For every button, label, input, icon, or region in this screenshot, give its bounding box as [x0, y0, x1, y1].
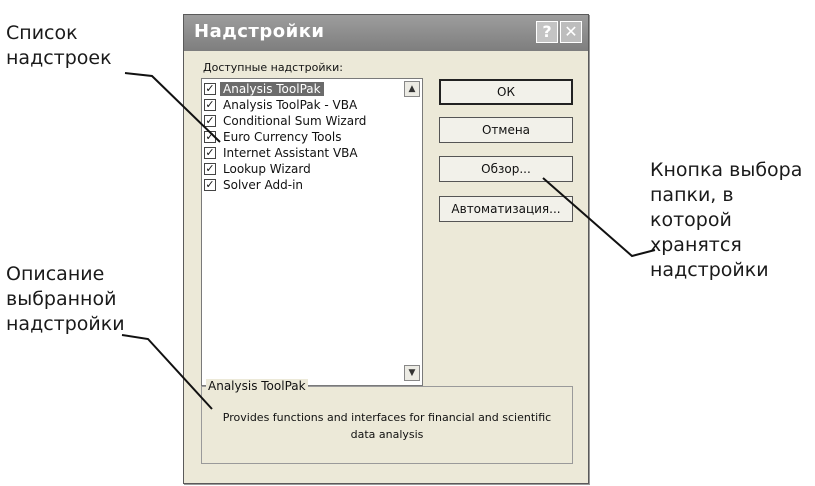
checkbox[interactable]: ✓ — [204, 131, 216, 143]
dialog-title: Надстройки — [194, 21, 325, 42]
help-icon: ? — [542, 22, 552, 41]
list-item[interactable]: ✓ Internet Assistant VBA — [204, 145, 361, 161]
list-item[interactable]: ✓ Euro Currency Tools — [204, 129, 344, 145]
addins-dialog: Надстройки ? ✕ Доступные надстройки: ✓ A… — [183, 14, 589, 484]
list-item[interactable]: ✓ Lookup Wizard — [204, 161, 314, 177]
checkbox[interactable]: ✓ — [204, 163, 216, 175]
description-group: Analysis ToolPak Provides functions and … — [201, 379, 573, 464]
title-bar: Надстройки ? ✕ — [184, 15, 588, 51]
addin-label: Analysis ToolPak - VBA — [223, 98, 358, 112]
callout-description: Описание выбранной надстройки — [6, 263, 125, 335]
list-item[interactable]: ✓ Analysis ToolPak — [204, 81, 324, 97]
ok-button[interactable]: ОК — [439, 79, 573, 105]
close-icon: ✕ — [564, 22, 578, 41]
list-item[interactable]: ✓ Analysis ToolPak - VBA — [204, 97, 360, 113]
automation-button[interactable]: Автоматизация... — [439, 196, 573, 222]
scroll-up-arrow-icon[interactable]: ▲ — [404, 81, 420, 97]
list-item[interactable]: ✓ Conditional Sum Wizard — [204, 113, 369, 129]
cancel-button[interactable]: Отмена — [439, 117, 573, 143]
addin-label: Internet Assistant VBA — [223, 146, 358, 160]
list-item[interactable]: ✓ Solver Add-in — [204, 177, 306, 193]
checkbox[interactable]: ✓ — [204, 83, 216, 95]
addin-label: Euro Currency Tools — [223, 130, 342, 144]
checkbox[interactable]: ✓ — [204, 179, 216, 191]
scroll-down-arrow-icon[interactable]: ▼ — [404, 365, 420, 381]
addin-label: Lookup Wizard — [223, 162, 311, 176]
addin-label: Analysis ToolPak — [220, 82, 324, 96]
checkbox[interactable]: ✓ — [204, 115, 216, 127]
description-text: Provides functions and interfaces for fi… — [222, 411, 552, 441]
description-title: Analysis ToolPak — [206, 379, 308, 393]
addin-label: Solver Add-in — [223, 178, 304, 192]
available-addins-label: Доступные надстройки: — [203, 61, 343, 74]
help-button[interactable]: ? — [536, 21, 558, 43]
addin-label: Conditional Sum Wizard — [223, 114, 367, 128]
addins-listbox[interactable]: ✓ Analysis ToolPak ✓ Analysis ToolPak - … — [201, 78, 423, 386]
close-button[interactable]: ✕ — [560, 21, 582, 43]
checkbox[interactable]: ✓ — [204, 99, 216, 111]
callout-browse-button: Кнопка выбора папки, в которой хранятся … — [650, 159, 803, 281]
checkbox[interactable]: ✓ — [204, 147, 216, 159]
callout-addin-list: Список надстроек — [6, 22, 112, 69]
browse-button[interactable]: Обзор... — [439, 156, 573, 182]
